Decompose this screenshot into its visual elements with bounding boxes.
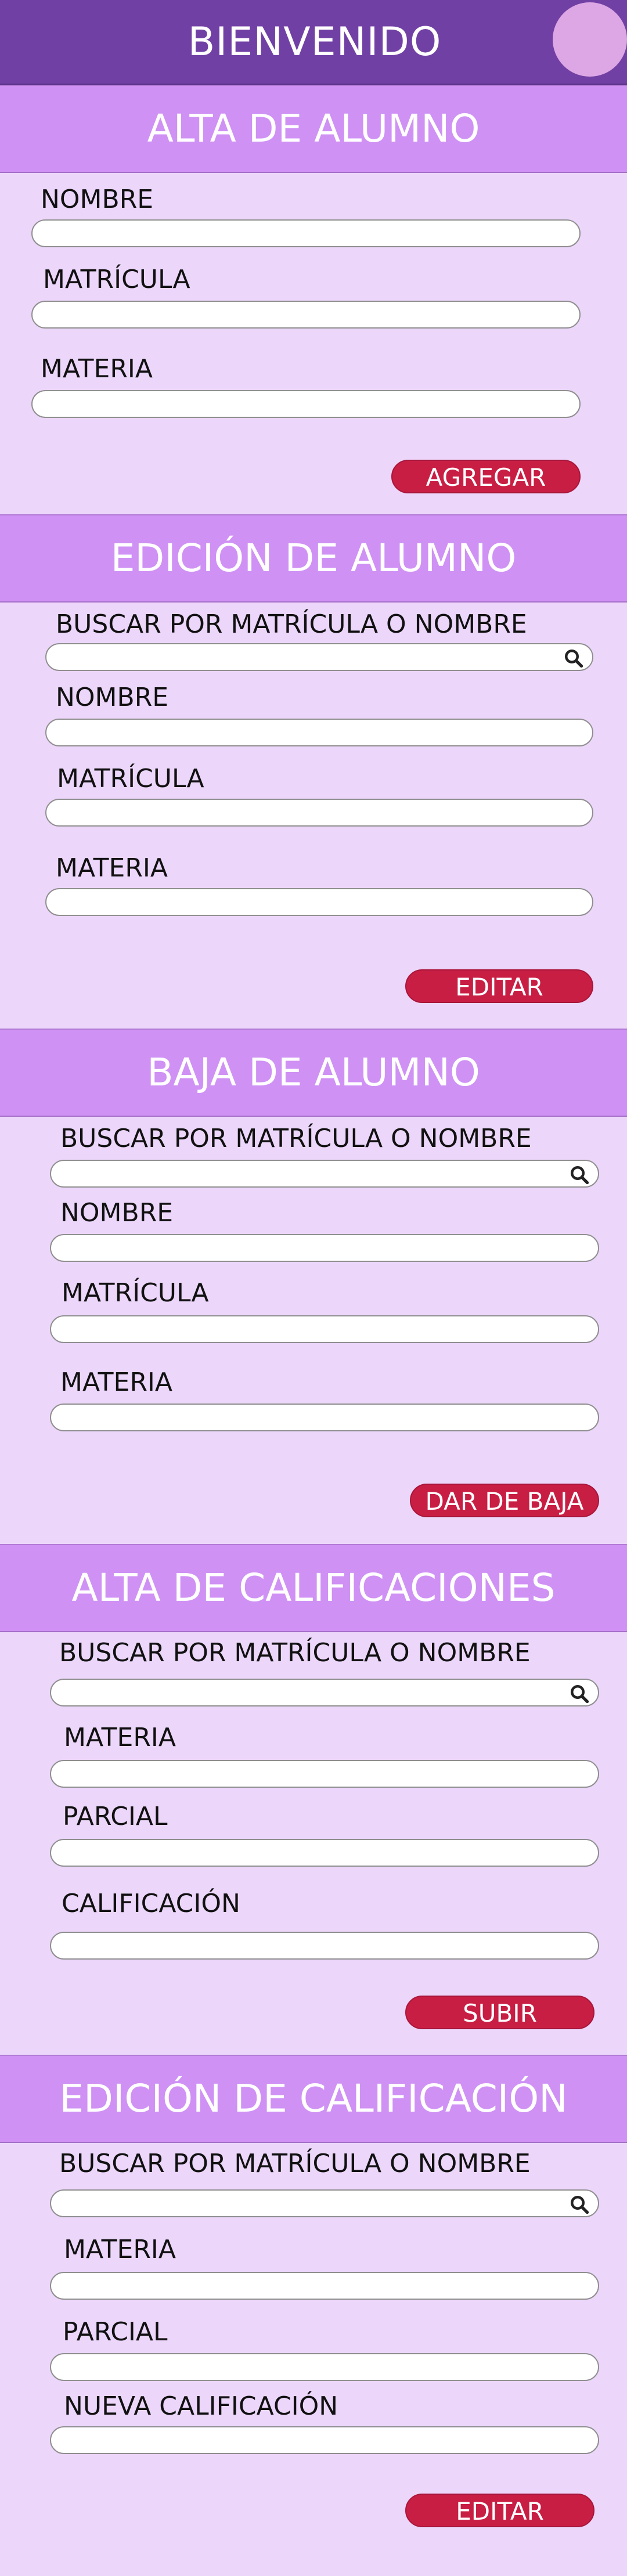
editar-button[interactable]: EDITAR <box>405 2494 594 2527</box>
nombre-label: NOMBRE <box>60 1198 174 1228</box>
materia-input[interactable] <box>50 1760 599 1788</box>
parcial-label: PARCIAL <box>63 1802 168 1831</box>
matricula-input[interactable] <box>45 799 593 827</box>
parcial-input[interactable] <box>50 1839 599 1867</box>
section-title: BAJA DE ALUMNO <box>0 1029 627 1117</box>
search-input[interactable] <box>50 1679 599 1706</box>
calificacion-input[interactable] <box>50 1932 599 1960</box>
matricula-label: MATRÍCULA <box>62 1278 209 1308</box>
materia-input[interactable] <box>31 390 581 418</box>
buscar-label: BUSCAR POR MATRÍCULA O NOMBRE <box>60 1124 532 1153</box>
section-title: ALTA DE ALUMNO <box>0 85 627 173</box>
search-icon[interactable] <box>569 1164 590 1185</box>
section-title: ALTA DE CALIFICACIONES <box>0 1544 627 1632</box>
calificacion-label: CALIFICACIÓN <box>62 1889 240 1918</box>
dar-de-baja-button[interactable]: DAR DE BAJA <box>410 1484 599 1517</box>
nombre-label: NOMBRE <box>56 683 169 712</box>
app-header: BIENVENIDO MAESTRO <box>0 0 627 129</box>
search-icon[interactable] <box>563 648 584 669</box>
search-icon[interactable] <box>569 2194 590 2215</box>
materia-label: MATERIA <box>64 2235 176 2264</box>
buscar-label: BUSCAR POR MATRÍCULA O NOMBRE <box>59 2149 531 2178</box>
buscar-label: BUSCAR POR MATRÍCULA O NOMBRE <box>59 1638 531 1668</box>
materia-input[interactable] <box>50 2272 599 2300</box>
subir-button[interactable]: SUBIR <box>405 1996 594 2029</box>
search-icon[interactable] <box>569 1683 590 1704</box>
agregar-button[interactable]: AGREGAR <box>391 460 581 493</box>
search-input[interactable] <box>50 2189 599 2217</box>
nombre-label: NOMBRE <box>41 185 154 214</box>
parcial-label: PARCIAL <box>63 2317 168 2347</box>
nueva-calificacion-label: NUEVA CALIFICACIÓN <box>64 2391 338 2421</box>
editar-button[interactable]: EDITAR <box>405 969 593 1003</box>
materia-input[interactable] <box>45 888 593 916</box>
section-baja-alumno: BAJA DE ALUMNO BUSCAR POR MATRÍCULA O NO… <box>0 1029 627 1545</box>
search-input[interactable] <box>50 1160 599 1188</box>
avatar[interactable] <box>553 2 627 77</box>
nueva-calificacion-input[interactable] <box>50 2426 599 2454</box>
section-alta-alumno: ALTA DE ALUMNO NOMBRE MATRÍCULA MATERIA … <box>0 85 627 515</box>
matricula-label: MATRÍCULA <box>43 265 190 294</box>
parcial-input[interactable] <box>50 2353 599 2381</box>
section-edicion-calificacion: EDICIÓN DE CALIFICACIÓN BUSCAR POR MATRÍ… <box>0 2055 627 2576</box>
section-title: EDICIÓN DE CALIFICACIÓN <box>0 2055 627 2143</box>
matricula-label: MATRÍCULA <box>57 764 204 793</box>
search-input[interactable] <box>45 643 593 671</box>
materia-input[interactable] <box>50 1404 599 1431</box>
section-title: EDICIÓN DE ALUMNO <box>0 514 627 602</box>
nombre-input[interactable] <box>31 219 581 247</box>
materia-label: MATERIA <box>41 354 153 384</box>
materia-label: MATERIA <box>60 1368 172 1397</box>
buscar-label: BUSCAR POR MATRÍCULA O NOMBRE <box>56 609 527 639</box>
page-title: BIENVENIDO MAESTRO <box>188 19 442 129</box>
nombre-input[interactable] <box>45 719 593 746</box>
materia-label: MATERIA <box>64 1723 176 1752</box>
nombre-input[interactable] <box>50 1234 599 1262</box>
matricula-input[interactable] <box>31 301 581 329</box>
section-edicion-alumno: EDICIÓN DE ALUMNO BUSCAR POR MATRÍCULA O… <box>0 514 627 1030</box>
section-alta-calificaciones: ALTA DE CALIFICACIONES BUSCAR POR MATRÍC… <box>0 1544 627 2056</box>
matricula-input[interactable] <box>50 1315 599 1343</box>
materia-label: MATERIA <box>56 853 168 883</box>
